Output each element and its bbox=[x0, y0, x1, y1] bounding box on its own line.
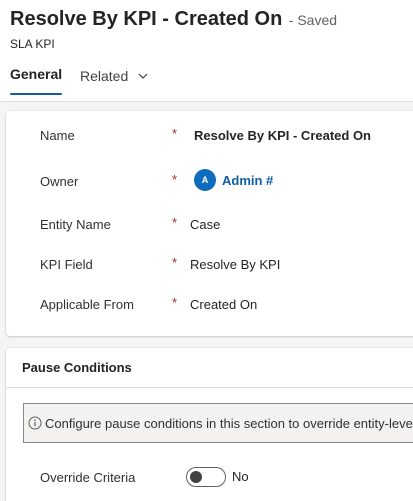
field-row-name: Name * Resolve By KPI - Created On bbox=[6, 126, 413, 152]
info-message-text: Configure pause conditions in this secti… bbox=[45, 415, 413, 431]
owner-link[interactable]: Admin # bbox=[222, 173, 273, 188]
required-marker: * bbox=[172, 295, 178, 310]
toggle-state-label: No bbox=[232, 469, 249, 484]
tab-selected-indicator bbox=[10, 93, 62, 95]
name-field[interactable]: Resolve By KPI - Created On bbox=[194, 128, 371, 143]
required-marker: * bbox=[172, 172, 178, 187]
field-row-entity-name: Entity Name * Case bbox=[6, 215, 413, 241]
title-row: Resolve By KPI - Created On - Saved bbox=[10, 8, 337, 31]
chevron-down-icon bbox=[138, 66, 148, 82]
required-marker: * bbox=[172, 126, 178, 141]
owner-lookup[interactable]: A Admin # bbox=[194, 169, 273, 191]
info-icon bbox=[28, 416, 42, 430]
tab-general-label: General bbox=[10, 66, 63, 82]
form-header: Resolve By KPI - Created On - Saved SLA … bbox=[0, 0, 413, 102]
pause-conditions-section: Pause Conditions Configure pause conditi… bbox=[6, 348, 413, 501]
info-message-bar: Configure pause conditions in this secti… bbox=[23, 403, 413, 443]
applicable-from-field[interactable]: Created On bbox=[190, 297, 257, 312]
entity-type-label: SLA KPI bbox=[10, 37, 55, 51]
required-marker: * bbox=[172, 255, 178, 270]
owner-label: Owner bbox=[40, 174, 79, 189]
avatar: A bbox=[194, 169, 216, 191]
toggle-knob bbox=[190, 471, 202, 483]
override-criteria-label: Override Criteria bbox=[40, 470, 136, 485]
section-divider bbox=[6, 387, 413, 388]
field-row-owner: Owner * A Admin # bbox=[6, 169, 413, 198]
override-criteria-toggle[interactable] bbox=[186, 467, 226, 487]
field-row-kpi-field: KPI Field * Resolve By KPI bbox=[6, 255, 413, 281]
applicable-from-label: Applicable From bbox=[40, 297, 134, 312]
section-title: Pause Conditions bbox=[22, 360, 132, 375]
required-marker: * bbox=[172, 215, 178, 230]
tab-general[interactable]: General bbox=[10, 66, 63, 95]
kpi-field-value[interactable]: Resolve By KPI bbox=[190, 257, 280, 272]
entity-name-label: Entity Name bbox=[40, 217, 111, 232]
header-divider bbox=[0, 101, 413, 102]
tab-related-label: Related bbox=[80, 68, 129, 84]
entity-name-field[interactable]: Case bbox=[190, 217, 220, 232]
record-title: Resolve By KPI - Created On bbox=[10, 8, 283, 30]
saved-status: - Saved bbox=[288, 12, 338, 28]
kpi-field-label: KPI Field bbox=[40, 257, 93, 272]
general-section: Name * Resolve By KPI - Created On Owner… bbox=[6, 111, 413, 336]
field-row-applicable-from: Applicable From * Created On bbox=[6, 295, 413, 321]
tab-related[interactable]: Related bbox=[80, 66, 148, 84]
name-label: Name bbox=[40, 128, 75, 143]
